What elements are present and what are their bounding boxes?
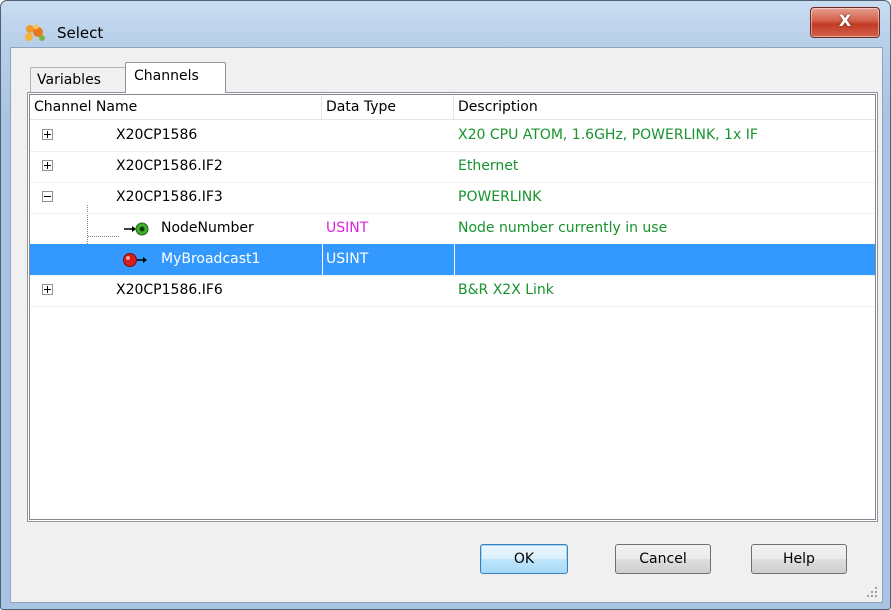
column-separator — [322, 244, 323, 275]
description: Ethernet — [458, 158, 519, 174]
data-type: USINT — [326, 220, 369, 236]
table-row[interactable]: X20CP1586.IF6 B&R X2X Link — [30, 275, 875, 307]
select-dialog: Select X Variables Channels Channel Name… — [0, 0, 891, 610]
data-type: USINT — [326, 251, 369, 267]
expand-icon[interactable] — [42, 129, 53, 140]
description: B&R X2X Link — [458, 282, 554, 298]
table-row-selected[interactable]: MyBroadcast1 USINT — [30, 244, 875, 276]
expand-icon[interactable] — [42, 160, 53, 171]
channel-name: X20CP1586.IF6 — [116, 282, 223, 298]
description: POWERLINK — [458, 189, 542, 205]
channel-name: MyBroadcast1 — [161, 251, 261, 267]
channel-name: X20CP1586 — [116, 127, 198, 143]
tab-variables[interactable]: Variables — [30, 67, 126, 92]
tab-channels-label: Channels — [134, 68, 199, 84]
help-button[interactable]: Help — [751, 544, 847, 574]
table-row[interactable]: X20CP1586.IF2 Ethernet — [30, 151, 875, 183]
table-row[interactable]: X20CP1586 X20 CPU ATOM, 1.6GHz, POWERLIN… — [30, 120, 875, 152]
app-icon — [25, 24, 45, 41]
close-button[interactable]: X — [810, 7, 880, 38]
close-icon: X — [838, 11, 852, 30]
table-row[interactable]: X20CP1586.IF3 POWERLINK — [30, 182, 875, 214]
channel-list[interactable]: Channel Name Data Type Description X20CP… — [29, 94, 876, 520]
channels-tab-panel: Channel Name Data Type Description X20CP… — [27, 92, 878, 522]
column-header-label: Data Type — [326, 99, 397, 115]
column-header-data-type[interactable]: Data Type — [322, 95, 454, 119]
column-separator — [454, 244, 455, 275]
dialog-client-area: Variables Channels Channel Name Data Typ… — [10, 47, 883, 603]
column-header-description[interactable]: Description — [454, 95, 875, 119]
expand-icon[interactable] — [42, 284, 53, 295]
list-header: Channel Name Data Type Description — [30, 95, 875, 120]
collapse-icon[interactable] — [42, 191, 53, 202]
ok-button[interactable]: OK — [480, 544, 568, 574]
resize-grip-icon[interactable] — [866, 586, 878, 598]
channel-name: X20CP1586.IF2 — [116, 158, 223, 174]
description: Node number currently in use — [458, 220, 668, 236]
column-header-label: Description — [458, 99, 538, 115]
window-title: Select — [57, 24, 104, 42]
tab-variables-label: Variables — [37, 72, 101, 88]
channel-name: NodeNumber — [161, 220, 254, 236]
cancel-button[interactable]: Cancel — [615, 544, 711, 574]
tab-channels[interactable]: Channels — [125, 62, 226, 93]
table-row[interactable]: NodeNumber USINT Node number currently i… — [30, 213, 875, 245]
green-input-channel-icon — [124, 222, 149, 236]
channel-name: X20CP1586.IF3 — [116, 189, 223, 205]
red-output-channel-icon — [123, 253, 147, 267]
description: X20 CPU ATOM, 1.6GHz, POWERLINK, 1x IF — [458, 127, 758, 143]
